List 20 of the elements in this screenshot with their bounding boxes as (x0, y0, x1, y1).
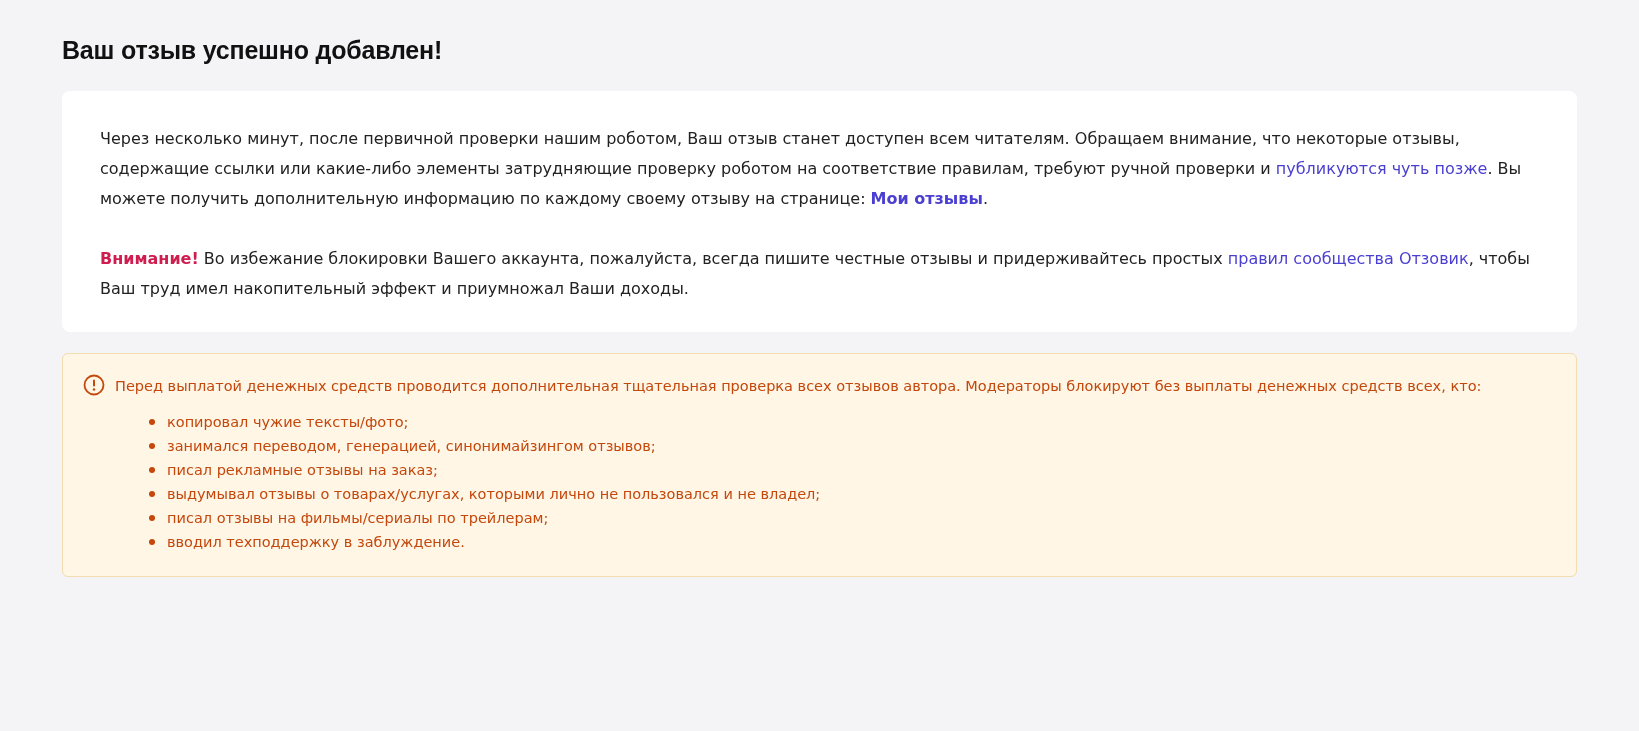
bullet-icon (149, 491, 155, 497)
text-link[interactable]: правил сообщества Отзовик (1227, 249, 1469, 268)
bullet-icon (149, 419, 155, 425)
bullet-icon (149, 515, 155, 521)
text-link[interactable]: публикуются чуть позже (1275, 159, 1488, 178)
list-item-text: писал отзывы на фильмы/сериалы по трейлерам; (167, 509, 549, 528)
list-item-text: вводил техподдержку в заблуждение. (167, 533, 465, 552)
list-item-text: занимался переводом, генерацией, синонимайзингом отзывов; (167, 437, 656, 456)
list-item-text: копировал чужие тексты/фото; (167, 413, 409, 432)
bullet-icon (149, 539, 155, 545)
warning-text: Перед выплатой денежных средств проводится дополнительная тщательная проверка всех отзывов автора. Модераторы блокируют без выплаты денежных средств всех, кто: (115, 377, 1482, 396)
page-title: Ваш отзыв успешно добавлен! (62, 36, 444, 65)
my-reviews-link[interactable]: Мои отзывы (870, 189, 983, 208)
info-paragraph: Внимание! Во избежание блокировки Вашего аккаунта, пожалуйста, всегда пишите честные отзывы и придерживайтесь простых правил сообщества Отзовик, чтобы Ваш труд имел накопительный эффект и приумножал Ваши доходы. (100, 248, 1531, 300)
list-item-text: писал рекламные отзывы на заказ; (167, 461, 438, 480)
list-item-text: выдумывал отзывы о товарах/услугах, которыми лично не пользовался и не владел; (167, 485, 821, 504)
bullet-icon (149, 467, 155, 473)
info-paragraph: Через несколько минут, после первичной проверки нашим роботом, Ваш отзыв станет доступен всем читателям. Обращаем внимание, что некоторые отзывы, содержащие ссылки или какие-либо элементы затрудняющие проверку роботом на соответствие правилам, требуют ручной проверки и публикуются чуть позже. Вы можете получить дополнительную информацию по каждому своему отзыву на странице: Мои отзывы. (100, 128, 1523, 210)
exclamation-circle-icon (83, 374, 105, 396)
bullet-icon (149, 443, 155, 449)
